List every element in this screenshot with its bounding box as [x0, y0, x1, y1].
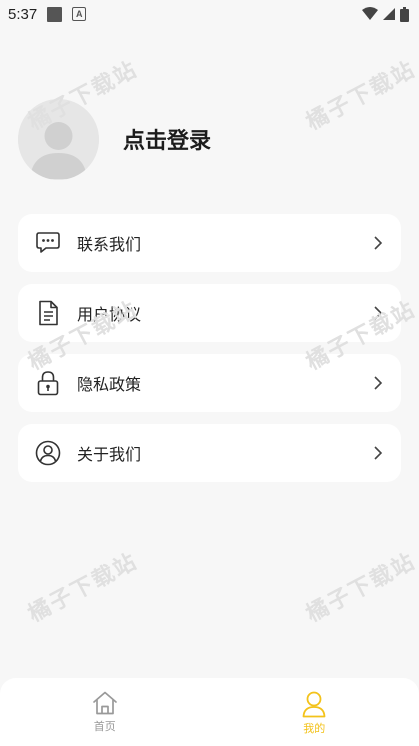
user-icon	[302, 691, 326, 718]
wifi-icon	[362, 7, 378, 20]
watermark: 橘子下载站	[302, 548, 419, 628]
menu-item-user-agreement[interactable]: 用户协议	[18, 284, 401, 342]
bottom-nav: 首页 我的	[0, 678, 419, 746]
chevron-right-icon	[374, 376, 383, 390]
nav-home-label: 首页	[93, 720, 116, 733]
status-left: 5:37 A	[8, 5, 87, 23]
user-circle-icon	[34, 439, 62, 467]
status-right	[362, 6, 409, 22]
lock-icon	[34, 369, 62, 397]
profile-header[interactable]: 点击登录	[18, 98, 211, 180]
chevron-right-icon	[374, 306, 383, 320]
battery-icon	[400, 6, 409, 22]
signal-icon	[383, 8, 395, 20]
notification-square-icon	[47, 6, 63, 22]
menu-item-contact[interactable]: 联系我们	[18, 214, 401, 272]
menu-item-label: 关于我们	[77, 445, 142, 464]
nav-mine-label: 我的	[303, 722, 326, 735]
chat-icon	[34, 229, 62, 257]
status-time: 5:37	[8, 5, 38, 23]
menu-item-label: 隐私政策	[77, 375, 142, 394]
home-icon	[92, 691, 117, 715]
chevron-right-icon	[374, 446, 383, 460]
watermark: 橘子下载站	[302, 56, 419, 136]
nav-mine[interactable]: 我的	[210, 678, 419, 746]
nav-home[interactable]: 首页	[0, 678, 210, 746]
chevron-right-icon	[374, 236, 383, 250]
notification-a-icon: A	[72, 7, 87, 21]
menu-item-label: 联系我们	[77, 235, 142, 254]
avatar[interactable]	[18, 98, 99, 180]
watermark: 橘子下载站	[24, 548, 143, 628]
login-label[interactable]: 点击登录	[123, 123, 211, 155]
document-icon	[34, 299, 62, 327]
menu-item-about-us[interactable]: 关于我们	[18, 424, 401, 482]
menu-item-privacy-policy[interactable]: 隐私政策	[18, 354, 401, 412]
menu-item-label: 用户协议	[77, 305, 142, 324]
avatar-placeholder-icon	[18, 98, 99, 180]
status-bar: 5:37 A	[0, 0, 419, 28]
